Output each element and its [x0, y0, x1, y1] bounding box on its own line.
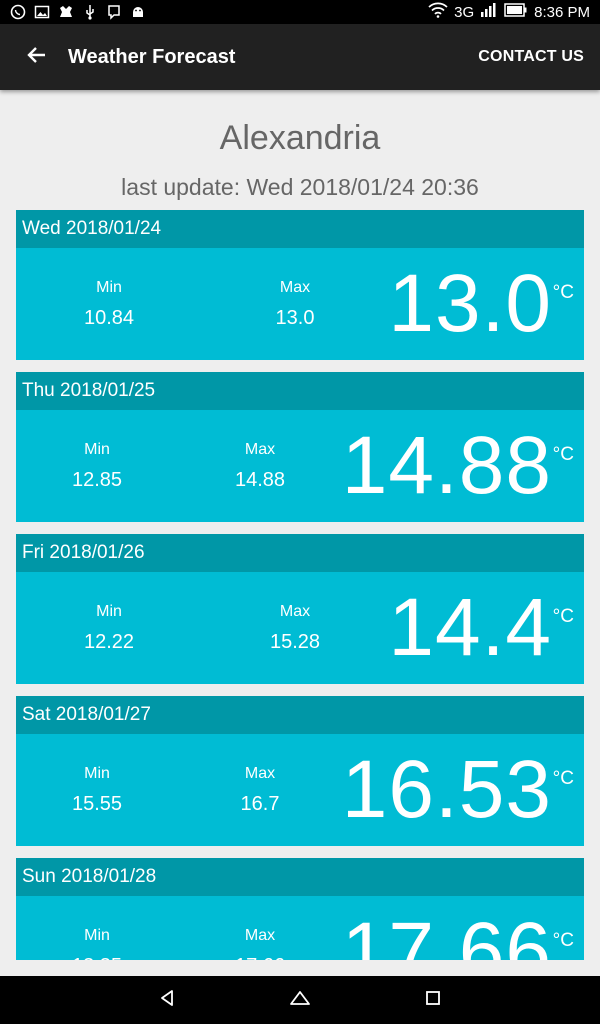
max-label: Max — [244, 765, 276, 782]
max-column: Max 13.0 — [235, 278, 355, 334]
min-column: Min 13.35 — [37, 926, 157, 960]
min-column: Min 15.55 — [37, 764, 157, 820]
min-label: Min — [84, 765, 110, 782]
app-bar: Weather Forecast CONTACT US — [0, 24, 600, 90]
max-column: Max 17.66 — [200, 926, 320, 960]
temperature-unit: °C — [552, 930, 574, 951]
app-icon — [58, 4, 74, 20]
forecast-details: Min 15.55 Max 16.7 16.53 °C — [16, 734, 584, 846]
temperature-unit: °C — [552, 606, 574, 627]
forecast-card: Wed 2018/01/24 Min 10.84 Max 13.0 13.0 °… — [16, 210, 584, 360]
forecast-card: Thu 2018/01/25 Min 12.85 Max 14.88 14.88… — [16, 372, 584, 522]
min-label: Min — [84, 927, 110, 944]
nav-back-button[interactable] — [143, 976, 191, 1024]
min-label: Min — [96, 279, 122, 296]
forecast-card: Sun 2018/01/28 Min 13.35 Max 17.66 17.66… — [16, 858, 584, 960]
image-icon — [34, 4, 50, 20]
forecast-details: Min 13.35 Max 17.66 17.66 °C — [16, 896, 584, 960]
arrow-back-icon — [26, 46, 46, 69]
temperature-unit: °C — [552, 768, 574, 789]
navigation-bar — [0, 976, 600, 1024]
square-recents-icon — [425, 990, 441, 1011]
android-icon — [130, 4, 146, 20]
last-update-text: last update: Wed 2018/01/24 20:36 — [121, 174, 479, 200]
max-label: Max — [279, 603, 311, 620]
nav-home-button[interactable] — [276, 976, 324, 1024]
forecast-content[interactable]: Alexandria last update: Wed 2018/01/24 2… — [0, 90, 600, 960]
current-temperature: 17.66 — [341, 906, 552, 960]
max-column: Max 15.28 — [235, 602, 355, 658]
city-name: Alexandria — [219, 119, 381, 157]
max-value: 14.88 — [234, 469, 286, 491]
forecast-date: Wed 2018/01/24 — [16, 210, 584, 248]
battery-icon — [504, 3, 528, 21]
forecast-date: Fri 2018/01/26 — [16, 534, 584, 572]
forecast-date: Thu 2018/01/25 — [16, 372, 584, 410]
max-value: 13.0 — [275, 307, 315, 329]
current-temperature: 14.88 — [341, 420, 552, 511]
forecast-card: Sat 2018/01/27 Min 15.55 Max 16.7 16.53 … — [16, 696, 584, 846]
max-column: Max 14.88 — [200, 440, 320, 496]
whatsapp-icon — [10, 4, 26, 20]
min-column: Min 12.22 — [49, 602, 169, 658]
min-column: Min 10.84 — [49, 278, 169, 334]
temperature-unit: °C — [552, 444, 574, 465]
min-value: 10.84 — [83, 307, 135, 329]
max-label: Max — [244, 441, 276, 458]
viber-icon — [106, 4, 122, 20]
max-value: 16.7 — [240, 793, 280, 815]
signal-icon — [480, 2, 498, 22]
usb-icon — [82, 4, 98, 20]
min-label: Min — [84, 441, 110, 458]
list-bottom-edge — [0, 960, 600, 976]
forecast-details: Min 12.22 Max 15.28 14.4 °C — [16, 572, 584, 684]
contact-us-button[interactable]: CONTACT US — [478, 48, 584, 66]
triangle-back-icon — [158, 989, 176, 1012]
forecast-details: Min 10.84 Max 13.0 13.0 °C — [16, 248, 584, 360]
network-type: 3G — [454, 3, 475, 21]
forecast-list: Wed 2018/01/24 Min 10.84 Max 13.0 13.0 °… — [16, 210, 584, 960]
temperature-unit: °C — [552, 282, 574, 303]
min-label: Min — [96, 603, 122, 620]
wifi-icon — [428, 2, 448, 22]
home-icon — [289, 989, 311, 1012]
nav-recents-button[interactable] — [409, 976, 457, 1024]
current-temperature: 14.4 — [388, 582, 552, 673]
forecast-details: Min 12.85 Max 14.88 14.88 °C — [16, 410, 584, 522]
notification-icons — [10, 4, 146, 20]
system-status: 3G 8:36 PM — [428, 2, 590, 22]
max-value: 17.66 — [200, 950, 320, 960]
min-column: Min 12.85 — [37, 440, 157, 496]
min-value: 12.22 — [83, 631, 135, 653]
current-temperature: 16.53 — [341, 744, 552, 835]
forecast-date: Sat 2018/01/27 — [16, 696, 584, 734]
app-title: Weather Forecast — [68, 45, 236, 68]
min-value: 12.85 — [71, 469, 123, 491]
forecast-date: Sun 2018/01/28 — [16, 858, 584, 896]
min-value: 15.55 — [71, 793, 123, 815]
forecast-card: Fri 2018/01/26 Min 12.22 Max 15.28 14.4 … — [16, 534, 584, 684]
back-button[interactable] — [0, 24, 72, 90]
max-label: Max — [279, 279, 311, 296]
max-value: 15.28 — [269, 631, 321, 653]
max-label: Max — [244, 927, 276, 944]
status-bar: 3G 8:36 PM — [0, 0, 600, 24]
current-temperature: 13.0 — [388, 258, 552, 349]
min-value: 13.35 — [37, 950, 157, 960]
max-column: Max 16.7 — [200, 764, 320, 820]
clock: 8:36 PM — [534, 3, 590, 21]
